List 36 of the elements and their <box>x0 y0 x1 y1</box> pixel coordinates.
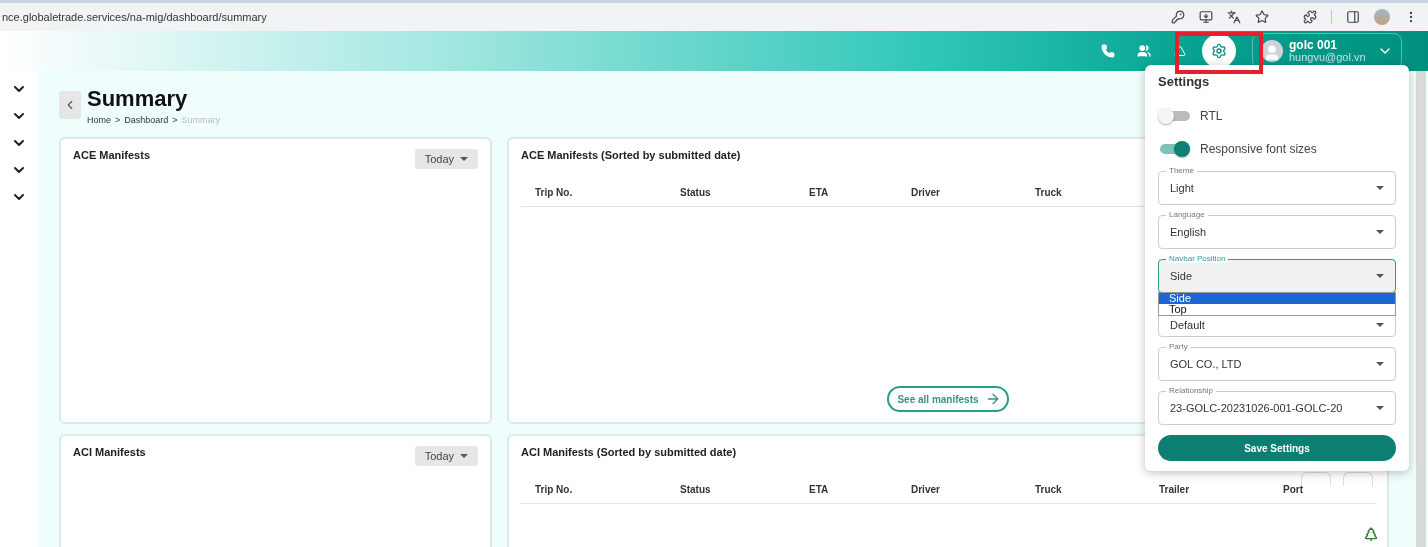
card-title: ACI Manifests (Sorted by submitted date) <box>521 446 737 458</box>
breadcrumb-separator: > <box>115 115 121 125</box>
card-title: ACE Manifests <box>73 149 151 161</box>
user-name: golc 001 <box>1289 39 1339 51</box>
card-title: ACI Manifests <box>73 446 146 458</box>
column-header: Status <box>680 187 712 198</box>
switch-label: Responsive font sizes <box>1200 141 1317 156</box>
period-dropdown[interactable]: Today <box>414 149 478 169</box>
column-header: ETA <box>809 484 830 495</box>
column-header: Driver <box>911 484 941 495</box>
user-email: hungvu@gol.vn <box>1289 51 1367 63</box>
breadcrumb-link[interactable]: Dashboard <box>124 115 169 125</box>
column-header: Port <box>1283 484 1304 495</box>
column-header: Truck <box>1035 187 1063 198</box>
column-header: Status <box>680 484 712 495</box>
save-settings-button[interactable]: Save Settings <box>1158 435 1396 461</box>
switch-label: RTL <box>1200 108 1223 123</box>
column-header: Trailer <box>1159 484 1191 495</box>
column-header: Trip No. <box>535 187 574 198</box>
column-header: Driver <box>911 187 941 198</box>
column-header: Trip No. <box>535 484 574 495</box>
breadcrumb-link[interactable]: Home <box>87 115 111 125</box>
panel-title: Settings <box>1158 74 1211 89</box>
column-header: ETA <box>809 187 830 198</box>
breadcrumb-separator: > <box>172 115 178 125</box>
field-label: Party <box>1166 342 1191 351</box>
option[interactable]: Side <box>1159 293 1395 304</box>
column-header: Truck <box>1035 484 1063 495</box>
field-label: Relationship <box>1166 386 1217 395</box>
field-label: Navbar Position <box>1166 254 1229 263</box>
field-label: Language <box>1166 210 1208 219</box>
see-all-button[interactable]: See all manifests <box>887 386 1009 412</box>
period-dropdown[interactable]: Today <box>414 446 478 466</box>
page-title: Summary <box>87 87 189 111</box>
field-label: Theme <box>1166 166 1197 175</box>
card-title: ACE Manifests (Sorted by submitted date) <box>521 149 741 161</box>
